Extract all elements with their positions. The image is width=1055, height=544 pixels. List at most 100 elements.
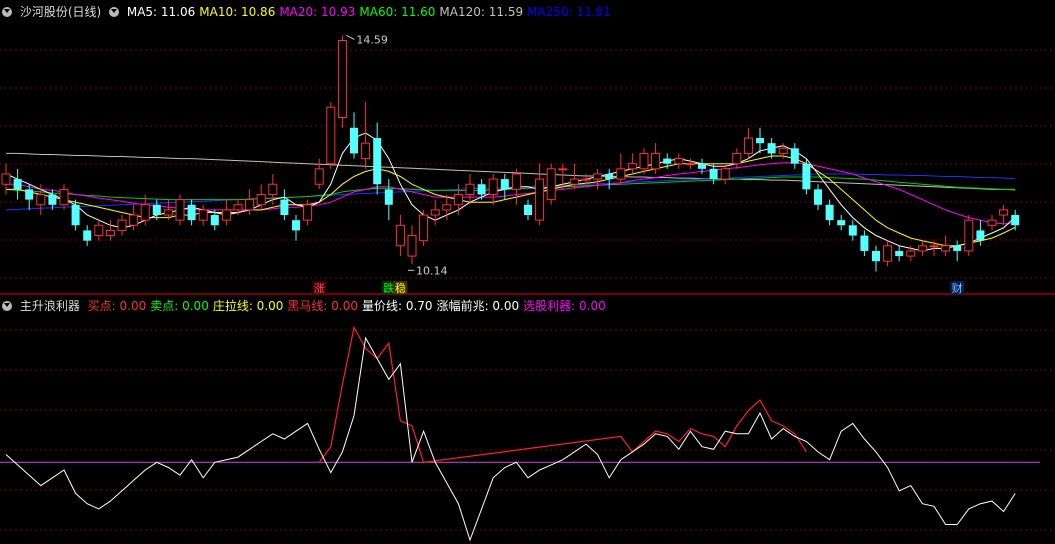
candle-body-up — [593, 173, 603, 180]
candle-body-up — [1, 173, 11, 185]
ma5-line — [5, 132, 1016, 252]
candle-body-up — [627, 163, 637, 170]
candle-body-down — [605, 173, 614, 180]
signal-marker-label: 涨 — [314, 282, 325, 295]
signal-marker-label: 跌 — [383, 281, 394, 295]
stock-chart[interactable]: 14.59 10.14 涨 跌稳 财 — [0, 0, 1055, 544]
candle-body-up — [407, 235, 417, 257]
low-price-label: 10.14 — [416, 264, 448, 277]
candle-body-down — [210, 215, 219, 226]
candle-body-up — [639, 152, 649, 170]
candle-body-down — [524, 204, 532, 216]
candle-body-up — [558, 168, 568, 171]
candle-body-up — [941, 245, 951, 252]
candle-body-up — [314, 168, 324, 185]
candle-body-up — [36, 193, 46, 206]
candle-body-up — [546, 168, 556, 201]
candle-body-up — [685, 163, 695, 166]
candle-body-up — [140, 204, 150, 221]
candle-body-down — [872, 250, 880, 262]
candle-body-down — [1011, 215, 1020, 226]
ma10-line — [6, 155, 1016, 247]
candle-body-up — [361, 142, 371, 160]
candle-body-up — [929, 245, 939, 248]
candle-body-up — [453, 193, 463, 206]
candle-body-up — [442, 204, 452, 211]
candle-body-up — [94, 224, 104, 237]
candle-body-down — [350, 127, 358, 154]
candle-body-up — [917, 245, 927, 252]
candle-body-up — [105, 229, 115, 237]
candle-body-up — [651, 152, 661, 170]
candle-body-down — [373, 138, 382, 185]
candle-body-up — [326, 106, 336, 165]
candle-body-up — [732, 152, 742, 165]
candle-body-down — [25, 189, 34, 200]
candle-body-down — [13, 179, 22, 190]
candle-body-up — [395, 224, 405, 247]
candle-body-down — [709, 168, 718, 180]
candle-body-down — [976, 230, 985, 241]
candle-body-down — [790, 148, 799, 164]
candle-body-up — [419, 214, 429, 242]
candle-body-down — [152, 204, 161, 216]
high-pointer — [346, 34, 355, 40]
candle-body-down — [292, 220, 300, 231]
candle-body-up — [743, 137, 753, 154]
candle-body-up — [175, 199, 185, 221]
candle-body-down — [698, 163, 706, 169]
ma120-line — [6, 152, 1016, 191]
candle-body-up — [256, 193, 266, 206]
signal-marker-label: 财 — [952, 281, 963, 295]
candle-body-up — [674, 158, 684, 165]
candle-body-up — [233, 204, 243, 211]
candle-body-down — [187, 204, 196, 221]
candle-body-up — [221, 209, 231, 221]
signal-marker-label: 稳 — [395, 281, 406, 295]
candle-body-up — [511, 173, 521, 190]
candle-body-up — [883, 245, 893, 262]
candle-body-up — [198, 209, 208, 221]
candle-body-up — [337, 40, 347, 119]
high-price-label: 14.59 — [356, 33, 388, 46]
candle-body-down — [83, 230, 92, 241]
candle-body-up — [569, 178, 579, 185]
candle-body-up — [581, 178, 591, 181]
candle-body-down — [500, 179, 509, 190]
candle-body-up — [268, 183, 278, 195]
candle-body-down — [756, 138, 764, 144]
candle-body-down — [953, 245, 962, 251]
candle-body-down — [848, 225, 857, 236]
candle-body-up — [163, 209, 173, 216]
candle-body-up — [129, 214, 139, 226]
candle-body-down — [384, 189, 393, 205]
candle-body-up — [535, 178, 545, 221]
candle-body-up — [488, 178, 498, 195]
candle-body-up — [616, 168, 626, 180]
candle-body-up — [906, 250, 916, 257]
candle-body-down — [860, 235, 869, 251]
candle-body-down — [837, 220, 846, 226]
candle-body-up — [465, 183, 475, 195]
candle-body-up — [987, 219, 997, 226]
candle-body-down — [895, 250, 904, 257]
candle-body-up — [117, 219, 127, 231]
candle-body-up — [964, 219, 974, 252]
candle-body-down — [477, 184, 486, 195]
candle-body-down — [280, 199, 289, 216]
candle-body-up — [778, 147, 788, 154]
candle-body-up — [999, 209, 1009, 216]
indicator-red-line — [318, 325, 807, 463]
candle-body-up — [430, 209, 440, 216]
candle-body-up — [245, 199, 255, 211]
candle-body-down — [825, 204, 834, 221]
candle-body-up — [303, 204, 313, 221]
candle-body-down — [663, 158, 672, 164]
candle-body-up — [59, 188, 69, 206]
indicator-white-line — [5, 336, 1016, 542]
candle-body-down — [48, 194, 57, 205]
candle-body-down — [814, 189, 822, 205]
candle-body-down — [767, 143, 776, 154]
candle-body-up — [720, 168, 730, 180]
candle-body-down — [802, 163, 811, 190]
